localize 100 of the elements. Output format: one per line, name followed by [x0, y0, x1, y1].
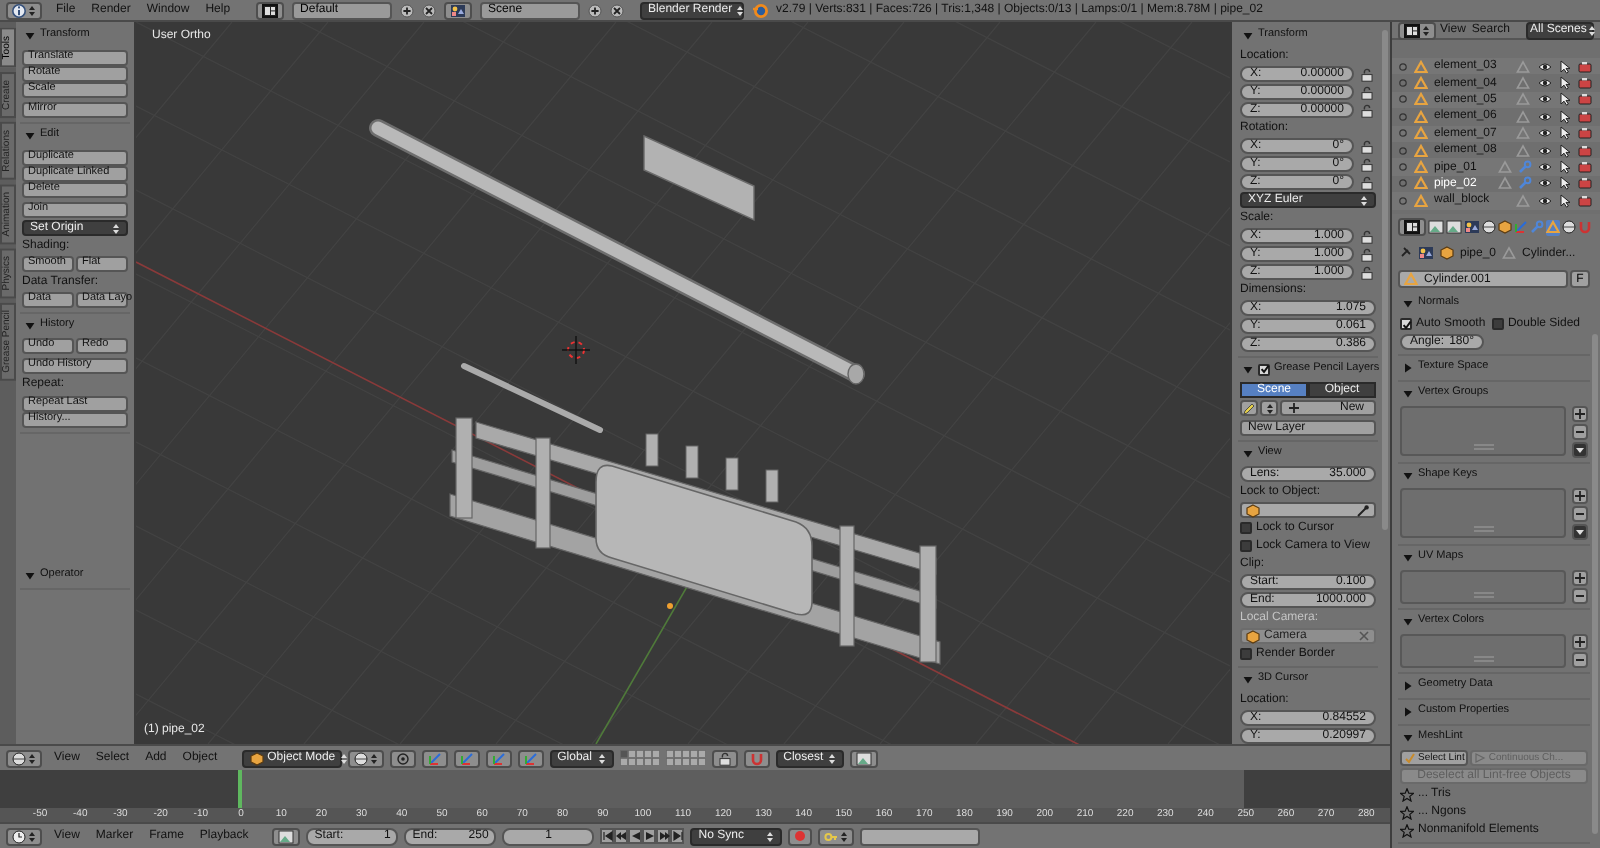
editor-type-button[interactable]: [6, 1, 42, 19]
disclosure-icon[interactable]: [1402, 731, 1414, 743]
disclosure-icon[interactable]: [24, 319, 36, 331]
record-button[interactable]: [788, 827, 813, 845]
disclosure-icon[interactable]: [1242, 29, 1254, 41]
keying-button[interactable]: [818, 827, 855, 845]
lock-toggle[interactable]: [1358, 66, 1376, 82]
skip-forward-icon: [671, 830, 684, 842]
checkbox[interactable]: [1240, 540, 1252, 552]
scrollbar[interactable]: [1382, 30, 1388, 530]
add-button[interactable]: [1572, 570, 1588, 586]
disclosure-icon[interactable]: [1402, 615, 1414, 627]
logo-icon: [752, 2, 769, 18]
menu-button[interactable]: [1572, 524, 1588, 540]
properties-tab[interactable]: [1464, 219, 1480, 235]
eyedropper-icon: [1356, 503, 1370, 517]
sphere-icon: [353, 751, 368, 765]
caret-icon: [766, 829, 775, 843]
properties-tab[interactable]: [1498, 219, 1512, 235]
shading-button[interactable]: [347, 749, 384, 767]
disclosure-icon[interactable]: [1402, 551, 1414, 563]
disclosure-icon[interactable]: [1242, 363, 1254, 375]
editor-type-button[interactable]: [6, 749, 42, 767]
lock-toggle[interactable]: [1358, 264, 1376, 280]
bullet-icon: [1398, 94, 1408, 105]
cube-icon: [1498, 220, 1512, 234]
lock-toggle[interactable]: [1358, 246, 1376, 262]
play-icon: [1474, 752, 1487, 764]
bullet-icon: [1398, 162, 1408, 173]
render-button[interactable]: [849, 749, 878, 767]
manipulator-button[interactable]: [453, 749, 480, 767]
disclosure-icon[interactable]: [24, 29, 36, 41]
manipulator-button[interactable]: [517, 749, 544, 767]
remove-icon: [1574, 508, 1586, 520]
add-button[interactable]: [1572, 634, 1588, 650]
pivot-button[interactable]: [389, 749, 416, 767]
mesh-icon: [1404, 272, 1418, 286]
properties-tab[interactable]: [1562, 219, 1576, 235]
disclosure-icon[interactable]: [1402, 705, 1414, 717]
padlock-icon: [1360, 247, 1374, 261]
properties-tab[interactable]: [1428, 219, 1444, 235]
caret-button[interactable]: [1260, 400, 1278, 416]
magnet-icon: [1578, 220, 1592, 234]
disclosure-icon[interactable]: [24, 569, 36, 581]
disclosure-icon[interactable]: [24, 129, 36, 141]
star-icon: [1400, 823, 1414, 837]
add-icon: [1288, 402, 1300, 414]
properties-tab[interactable]: [1482, 219, 1496, 235]
timeline-track[interactable]: [0, 770, 1390, 808]
layer-grid[interactable]: [619, 750, 706, 766]
object-field[interactable]: [1240, 502, 1376, 518]
checkbox[interactable]: [1400, 318, 1412, 330]
pin-icon: [1398, 246, 1412, 260]
clock-icon: [12, 829, 26, 843]
caret-icon: [1265, 401, 1273, 415]
lock-toggle[interactable]: [1358, 228, 1376, 244]
menu-icon: [1574, 526, 1586, 538]
lock-button[interactable]: [711, 749, 738, 767]
checkbox[interactable]: [1491, 318, 1504, 330]
range-button[interactable]: [272, 827, 301, 845]
lock-toggle[interactable]: [1358, 174, 1376, 190]
editor-type-button[interactable]: [6, 827, 42, 845]
checkmark-icon: [1401, 319, 1411, 329]
bullet-icon: [1398, 111, 1408, 122]
layout-button[interactable]: [256, 1, 285, 19]
remove-icon: [1574, 426, 1586, 438]
checkbox[interactable]: [1240, 522, 1252, 534]
remove-button[interactable]: [1572, 506, 1588, 522]
disclosure-icon[interactable]: [1402, 679, 1414, 691]
scene-button[interactable]: [444, 1, 473, 19]
editor-type-button[interactable]: [1398, 218, 1426, 236]
keying-set-field[interactable]: [860, 827, 981, 845]
remove-button[interactable]: [1572, 652, 1588, 668]
remove-button[interactable]: [1572, 588, 1588, 604]
lock-toggle[interactable]: [1358, 102, 1376, 118]
remove-button[interactable]: [1572, 424, 1588, 440]
manipulator-button[interactable]: [421, 749, 448, 767]
lock-toggle[interactable]: [1358, 84, 1376, 100]
disclosure-icon[interactable]: [1402, 469, 1414, 481]
axes-icon: [491, 751, 506, 765]
add-icon: [1574, 572, 1586, 584]
add-button[interactable]: [1572, 406, 1588, 422]
disclosure-icon[interactable]: [1242, 673, 1254, 685]
lock-toggle[interactable]: [1358, 156, 1376, 172]
disclosure-icon[interactable]: [1402, 361, 1414, 373]
padlock-icon: [1360, 265, 1374, 279]
image-icon: [855, 751, 872, 765]
padlock-icon: [1360, 67, 1374, 81]
checkbox[interactable]: [1240, 648, 1252, 660]
checkbox[interactable]: [1258, 363, 1270, 375]
pencil-button[interactable]: [1240, 400, 1258, 416]
disclosure-icon[interactable]: [1402, 297, 1414, 309]
add-button[interactable]: [1572, 488, 1588, 504]
caret-icon: [1588, 23, 1597, 37]
disclosure-icon[interactable]: [1242, 447, 1254, 459]
menu-button[interactable]: [1572, 442, 1588, 458]
manipulator-button[interactable]: [485, 749, 512, 767]
properties-tab[interactable]: [1446, 219, 1462, 235]
lock-toggle[interactable]: [1358, 138, 1376, 154]
disclosure-icon[interactable]: [1402, 387, 1414, 399]
